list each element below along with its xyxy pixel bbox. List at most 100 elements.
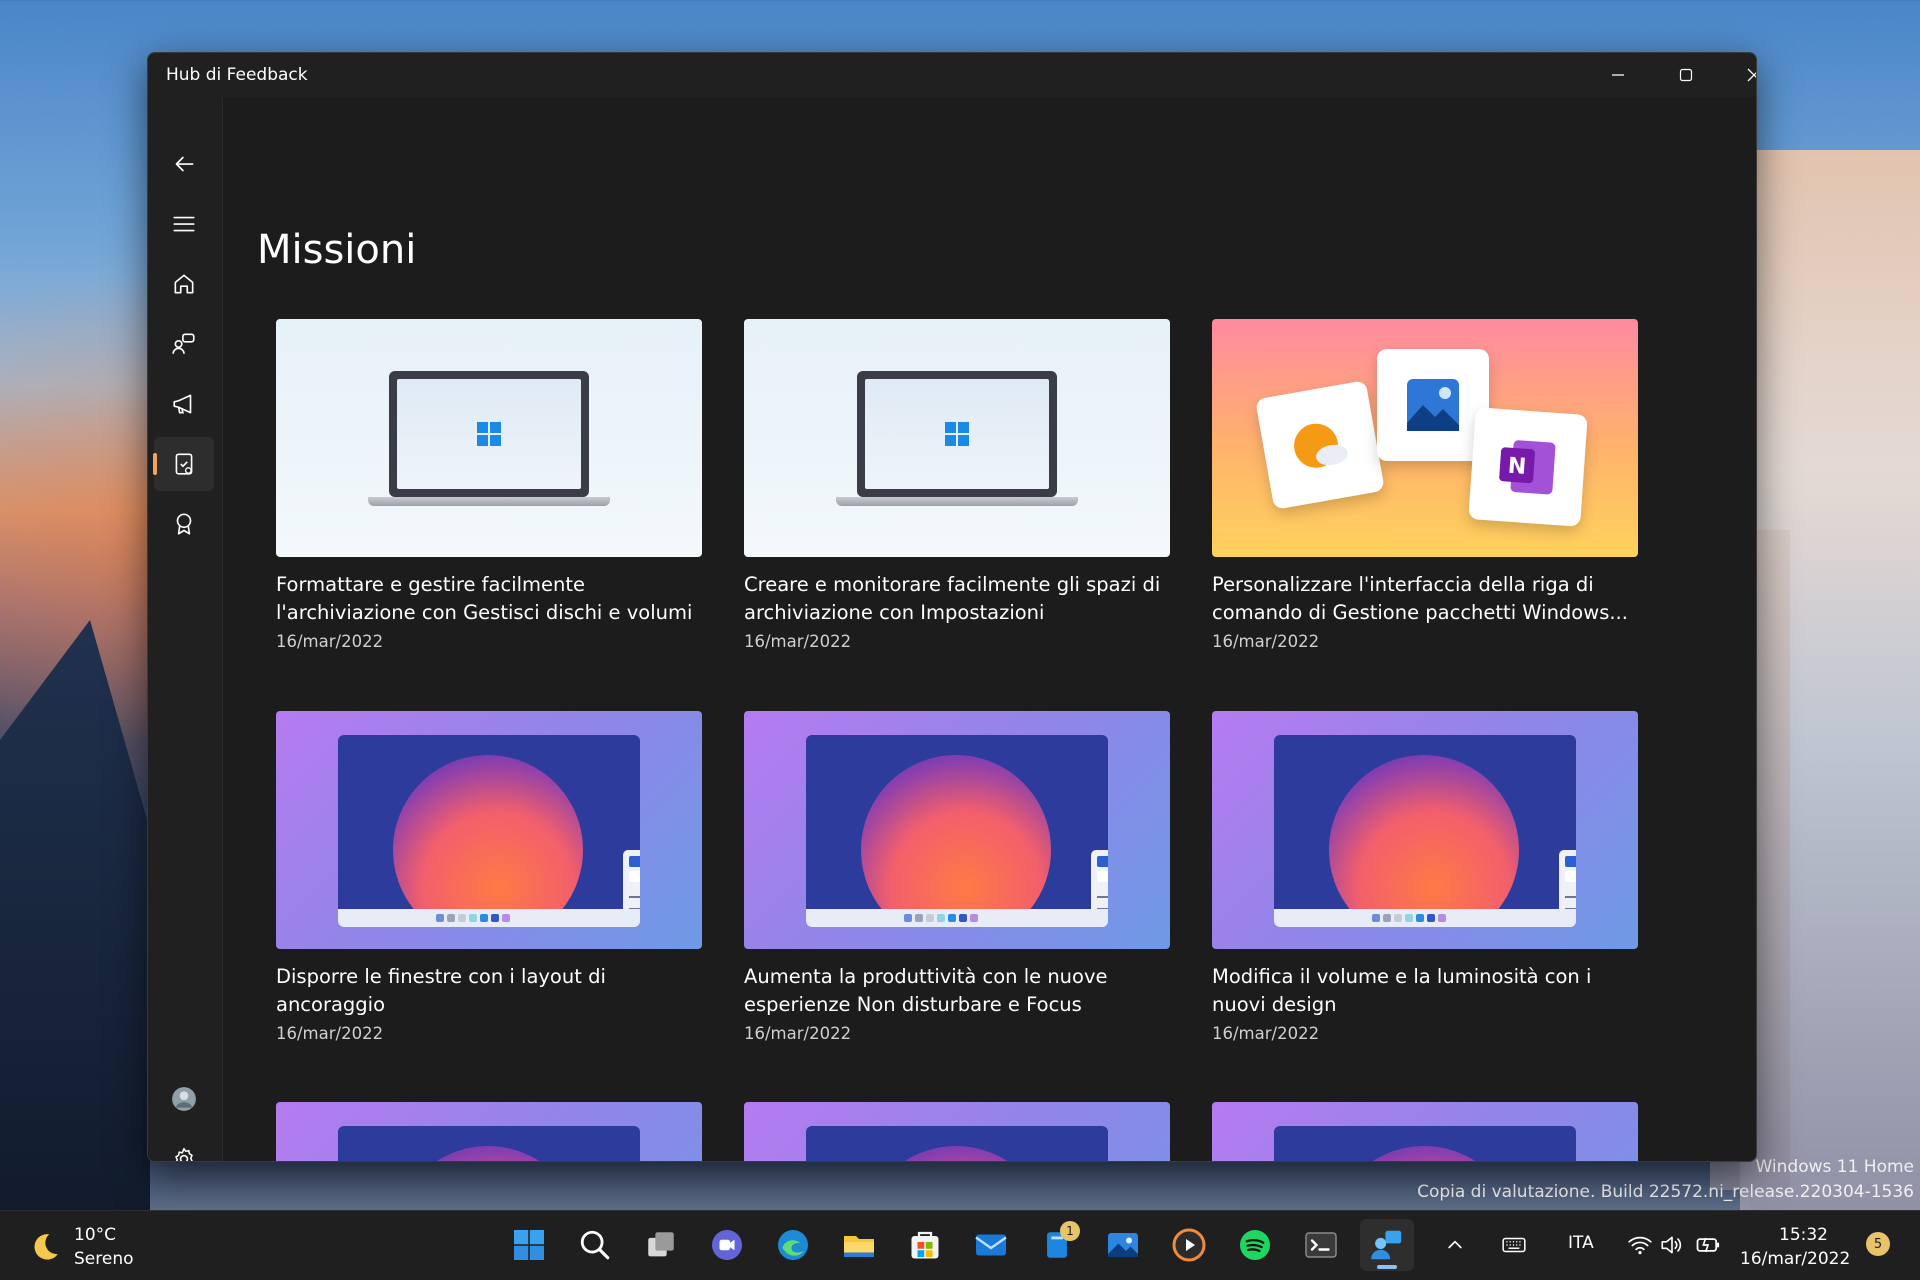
- keyboard-icon: [1502, 1237, 1526, 1253]
- quest-card[interactable]: Disporre le finestre con i layout di anc…: [276, 711, 702, 1047]
- onenote-app-tile: N: [1468, 407, 1588, 527]
- quest-date: 16/mar/2022: [1212, 632, 1320, 651]
- touch-keyboard-button[interactable]: [1494, 1219, 1534, 1271]
- nav-feedback[interactable]: [154, 317, 214, 371]
- nav-quests[interactable]: [153, 437, 214, 491]
- taskbar-todo-app[interactable]: 1: [1030, 1219, 1084, 1271]
- photos-app-icon: [1407, 379, 1459, 431]
- quest-card[interactable]: N Personalizzare l'interfaccia della rig…: [1212, 319, 1638, 655]
- quest-card[interactable]: [276, 1102, 702, 1161]
- profile-button[interactable]: [154, 1072, 214, 1126]
- quest-title: Aumenta la produttività con le nuove esp…: [744, 965, 1108, 1016]
- desktop-wallpaper-buildings: [1710, 150, 1920, 1210]
- desktop-wallpaper-cliff: [0, 620, 150, 1220]
- weather-temperature: 10°C: [74, 1225, 117, 1245]
- microsoft-store-icon: [911, 1231, 939, 1259]
- quest-date: 16/mar/2022: [1212, 1024, 1320, 1043]
- quest-thumbnail: [744, 711, 1170, 949]
- folder-icon: [844, 1236, 874, 1257]
- evaluation-watermark: Windows 11 Home Copia di valutazione. Bu…: [1417, 1155, 1914, 1205]
- quest-title: Creare e monitorare facilmente gli spazi…: [744, 573, 1161, 624]
- quest-thumbnail: [1212, 711, 1638, 949]
- quest-card[interactable]: Formattare e gestire facilmente l'archiv…: [276, 319, 702, 655]
- quest-thumbnail: [744, 1102, 1170, 1161]
- clock-date: 16/mar/2022: [1740, 1249, 1851, 1269]
- main-content: Missioni Formattare e gestire facilmente…: [223, 97, 1756, 1161]
- back-button[interactable]: [154, 137, 214, 191]
- edge-browser-icon: [778, 1230, 808, 1260]
- feedback-hub-window: Hub di Feedback Missioni Formattare e ge…: [147, 52, 1757, 1162]
- weather-widget[interactable]: 10°C Sereno: [28, 1223, 134, 1271]
- quest-card[interactable]: Modifica il volume e la luminosità con i…: [1212, 711, 1638, 1047]
- back-arrow-icon: [175, 156, 194, 172]
- media-player-icon: [1172, 1228, 1206, 1262]
- quest-date: 16/mar/2022: [744, 632, 852, 651]
- taskbar-photos[interactable]: [1096, 1219, 1150, 1271]
- taskbar-chat[interactable]: [700, 1219, 754, 1271]
- chevron-up-icon: [1448, 1240, 1462, 1249]
- nav-home[interactable]: [154, 257, 214, 311]
- weather-app-icon: [1294, 423, 1348, 468]
- title-bar[interactable]: Hub di Feedback: [148, 53, 1756, 97]
- quest-thumbnail: N: [1212, 319, 1638, 557]
- maximize-icon: [1679, 68, 1693, 82]
- taskbar-feedback-hub[interactable]: [1360, 1219, 1414, 1271]
- page-title: Missioni: [257, 227, 417, 273]
- show-hidden-icons-button[interactable]: [1435, 1219, 1475, 1271]
- quest-thumbnail: [276, 711, 702, 949]
- search-icon: [580, 1230, 610, 1260]
- quest-date: 16/mar/2022: [276, 632, 384, 651]
- taskbar-store[interactable]: [898, 1219, 952, 1271]
- notification-count-badge[interactable]: 5: [1866, 1232, 1890, 1256]
- onenote-app-icon: N: [1499, 440, 1556, 495]
- weather-description: Sereno: [74, 1249, 134, 1269]
- speaker-icon: [1661, 1236, 1682, 1254]
- quest-card[interactable]: Creare e monitorare facilmente gli spazi…: [744, 319, 1170, 655]
- taskbar-spotify[interactable]: [1228, 1219, 1282, 1271]
- quest-card[interactable]: Aumenta la produttività con le nuove esp…: [744, 711, 1170, 1047]
- taskbar-edge[interactable]: [766, 1219, 820, 1271]
- quest-card[interactable]: [744, 1102, 1170, 1161]
- minimize-icon: [1612, 74, 1624, 76]
- windows-logo-icon: [477, 422, 501, 446]
- taskbar-media-player[interactable]: [1162, 1219, 1216, 1271]
- volume-button[interactable]: [1652, 1219, 1692, 1271]
- battery-button[interactable]: [1688, 1219, 1728, 1271]
- navigation-rail: [148, 97, 223, 1161]
- menu-button[interactable]: [154, 197, 214, 251]
- taskbar-mail[interactable]: [964, 1219, 1018, 1271]
- close-button[interactable]: [1720, 53, 1756, 97]
- task-view-icon: [648, 1232, 674, 1257]
- clock-time: 15:32: [1779, 1225, 1828, 1245]
- windows-start-icon: [514, 1230, 544, 1260]
- app-notification-badge: 1: [1060, 1221, 1080, 1241]
- maximize-button[interactable]: [1652, 53, 1720, 97]
- nav-achievements[interactable]: [154, 497, 214, 551]
- hamburger-menu-icon: [173, 216, 195, 232]
- minimize-button[interactable]: [1584, 53, 1652, 97]
- taskbar-search[interactable]: [568, 1219, 622, 1271]
- quest-thumbnail: [1212, 1102, 1638, 1161]
- photos-app-tile: [1377, 349, 1489, 461]
- quest-thumbnail: [276, 319, 702, 557]
- settings-button[interactable]: [154, 1132, 214, 1161]
- input-language[interactable]: ITA: [1568, 1233, 1594, 1253]
- quest-thumbnail: [744, 319, 1170, 557]
- quest-card[interactable]: [1212, 1102, 1638, 1161]
- watermark-build: Copia di valutazione. Build 22572.ni_rel…: [1417, 1182, 1914, 1202]
- clock[interactable]: 15:32 16/mar/2022: [1740, 1223, 1851, 1271]
- quest-title: Personalizzare l'interfaccia della riga …: [1212, 573, 1628, 624]
- battery-charging-icon: [1696, 1237, 1720, 1253]
- moon-icon: [34, 1234, 58, 1260]
- home-icon: [174, 274, 194, 294]
- taskbar-terminal[interactable]: [1294, 1219, 1348, 1271]
- start-button[interactable]: [502, 1219, 556, 1271]
- nav-announcements[interactable]: [154, 377, 214, 431]
- quest-date: 16/mar/2022: [276, 1024, 384, 1043]
- quest-title: Modifica il volume e la luminosità con i…: [1212, 965, 1592, 1016]
- wifi-icon: [1628, 1236, 1652, 1255]
- spotify-icon: [1240, 1230, 1270, 1260]
- taskbar-file-explorer[interactable]: [832, 1219, 886, 1271]
- taskbar-task-view[interactable]: [634, 1219, 688, 1271]
- achievements-icon: [176, 513, 192, 535]
